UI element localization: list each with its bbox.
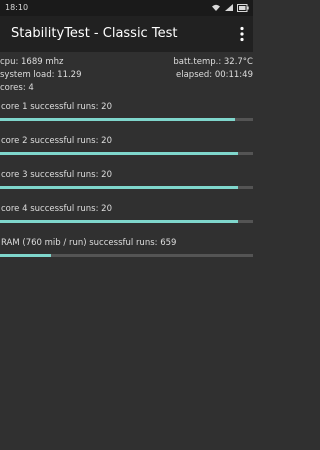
ram-progress-bar (0, 254, 253, 257)
app-bar: StabilityTest - Classic Test (0, 16, 253, 52)
core-3-runs-label: core 3 successful runs: 20 (1, 170, 112, 180)
core-2-runs-label: core 2 successful runs: 20 (1, 136, 112, 146)
core-3-progress-bar (0, 186, 253, 189)
core-2-progress-bar (0, 152, 253, 155)
core-4-runs-label: core 4 successful runs: 20 (1, 204, 112, 214)
wifi-icon (212, 4, 220, 11)
system-load: system load: 11.29 (0, 70, 82, 80)
core-3-progress-fill (0, 186, 238, 189)
core-2-progress-fill (0, 152, 238, 155)
battery-icon (237, 3, 249, 12)
core-1-progress-bar (0, 118, 253, 121)
overflow-menu-icon[interactable] (237, 25, 247, 43)
core-4-progress-fill (0, 220, 238, 223)
cpu-frequency: cpu: 1689 mhz (0, 57, 64, 67)
core-4-progress-bar (0, 220, 253, 223)
status-bar: 18:10 (0, 0, 253, 16)
info-row-cores: cores: 4 (0, 82, 253, 95)
info-row-load: system load: 11.29 elapsed: 00:11:49 (0, 69, 253, 82)
elapsed-time: elapsed: 00:11:49 (176, 70, 253, 80)
info-row-cpu: cpu: 1689 mhz batt.temp.: 32.7°C (0, 56, 253, 69)
battery-temperature: batt.temp.: 32.7°C (173, 57, 253, 67)
device-info: cpu: 1689 mhz batt.temp.: 32.7°C system … (0, 56, 253, 95)
status-icons (211, 3, 249, 12)
ram-progress-fill (0, 254, 51, 257)
app-title: StabilityTest - Classic Test (11, 26, 178, 41)
core-1-progress-fill (0, 118, 236, 121)
core-1-runs-label: core 1 successful runs: 20 (1, 102, 112, 112)
status-time: 18:10 (5, 3, 29, 12)
signal-icon (225, 4, 233, 11)
core-count: cores: 4 (0, 83, 34, 93)
ram-runs-label: RAM (760 mib / run) successful runs: 659 (1, 238, 177, 248)
